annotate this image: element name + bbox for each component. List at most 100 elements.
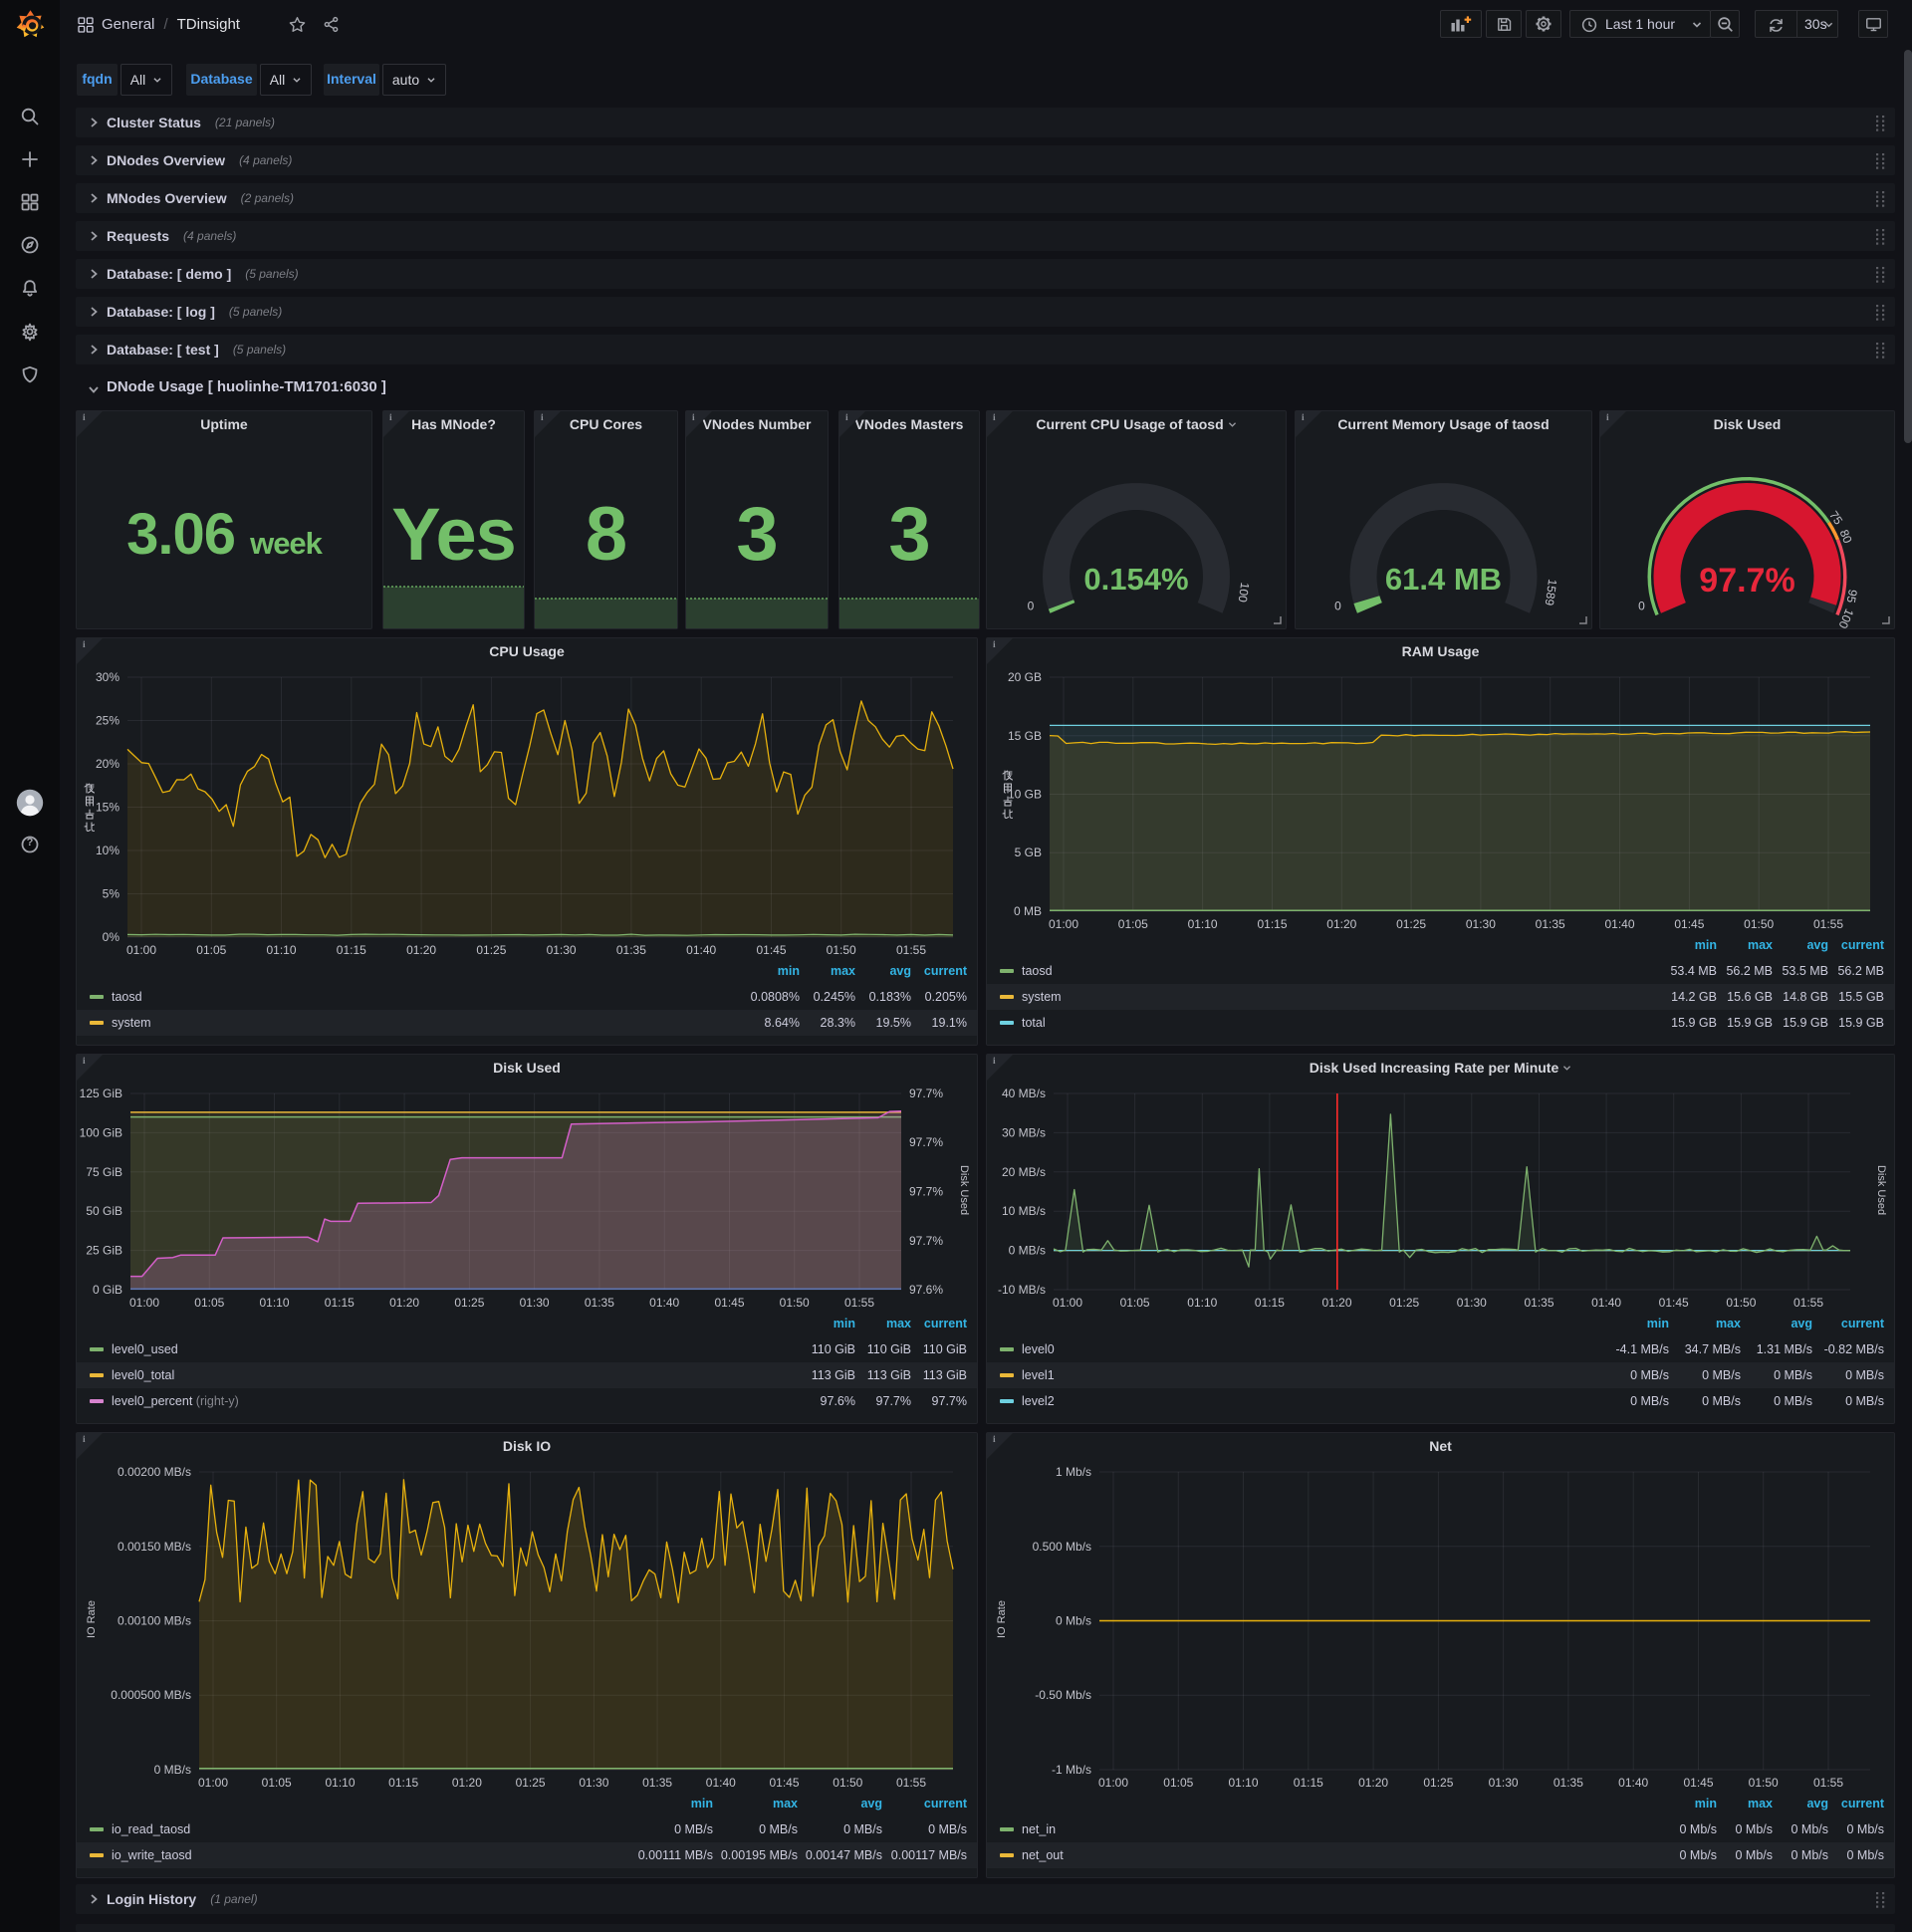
- svg-text:97.6%: 97.6%: [909, 1283, 943, 1297]
- svg-text:01:30: 01:30: [579, 1776, 608, 1790]
- svg-text:97.7%: 97.7%: [909, 1135, 943, 1149]
- svg-text:15 GB: 15 GB: [1008, 729, 1042, 743]
- svg-text:1 Mb/s: 1 Mb/s: [1056, 1465, 1091, 1479]
- svg-text:01:50: 01:50: [833, 1776, 862, 1790]
- svg-text:01:40: 01:40: [1591, 1296, 1621, 1310]
- svg-text:0 MB/s: 0 MB/s: [1009, 1244, 1046, 1258]
- svg-text:0 Mb/s: 0 Mb/s: [1056, 1614, 1091, 1628]
- svg-text:01:35: 01:35: [1524, 1296, 1554, 1310]
- svg-text:01:00: 01:00: [129, 1296, 159, 1310]
- svg-text:01:20: 01:20: [1358, 1776, 1388, 1790]
- svg-text:01:25: 01:25: [1389, 1296, 1419, 1310]
- svg-text:01:55: 01:55: [1813, 1776, 1843, 1790]
- svg-text:01:10: 01:10: [325, 1776, 355, 1790]
- svg-text:50 GiB: 50 GiB: [86, 1204, 122, 1218]
- svg-text:0 MB: 0 MB: [1014, 904, 1042, 918]
- svg-text:15%: 15%: [96, 801, 120, 815]
- svg-text:01:40: 01:40: [706, 1776, 736, 1790]
- svg-text:01:30: 01:30: [520, 1296, 550, 1310]
- svg-text:0.000500 MB/s: 0.000500 MB/s: [111, 1688, 191, 1702]
- svg-text:01:10: 01:10: [1188, 917, 1218, 931]
- svg-text:125 GiB: 125 GiB: [80, 1087, 122, 1100]
- svg-text:01:30: 01:30: [1489, 1776, 1519, 1790]
- svg-text:100 GiB: 100 GiB: [80, 1125, 122, 1139]
- svg-text:01:00: 01:00: [1098, 1776, 1128, 1790]
- svg-text:01:25: 01:25: [516, 1776, 546, 1790]
- svg-text:01:15: 01:15: [325, 1296, 355, 1310]
- svg-text:01:05: 01:05: [1163, 1776, 1193, 1790]
- svg-text:01:45: 01:45: [756, 943, 786, 957]
- svg-text:01:35: 01:35: [1554, 1776, 1583, 1790]
- svg-text:01:20: 01:20: [1326, 917, 1356, 931]
- svg-text:97.7%: 97.7%: [909, 1185, 943, 1199]
- svg-text:01:40: 01:40: [686, 943, 716, 957]
- svg-text:75 GiB: 75 GiB: [86, 1165, 122, 1179]
- svg-text:0.00150 MB/s: 0.00150 MB/s: [118, 1540, 191, 1554]
- svg-text:01:10: 01:10: [1187, 1296, 1217, 1310]
- svg-text:01:35: 01:35: [585, 1296, 614, 1310]
- svg-text:0: 0: [1334, 600, 1341, 613]
- svg-text:10 MB/s: 10 MB/s: [1002, 1204, 1046, 1218]
- svg-text:01:40: 01:40: [1604, 917, 1634, 931]
- svg-text:97.7%: 97.7%: [909, 1087, 943, 1100]
- svg-text:01:50: 01:50: [780, 1296, 810, 1310]
- svg-text:01:45: 01:45: [714, 1296, 744, 1310]
- svg-text:01:05: 01:05: [194, 1296, 224, 1310]
- svg-text:01:55: 01:55: [896, 1776, 926, 1790]
- svg-text:01:15: 01:15: [1294, 1776, 1323, 1790]
- svg-text:01:50: 01:50: [827, 943, 856, 957]
- svg-text:25%: 25%: [96, 714, 120, 728]
- svg-text:01:20: 01:20: [389, 1296, 419, 1310]
- svg-text:01:15: 01:15: [1255, 1296, 1285, 1310]
- svg-text:01:05: 01:05: [196, 943, 226, 957]
- svg-text:01:30: 01:30: [1457, 1296, 1487, 1310]
- svg-text:01:05: 01:05: [1120, 1296, 1150, 1310]
- svg-text:01:35: 01:35: [1536, 917, 1565, 931]
- svg-text:01:25: 01:25: [454, 1296, 484, 1310]
- svg-text:01:55: 01:55: [1793, 1296, 1823, 1310]
- svg-text:40 MB/s: 40 MB/s: [1002, 1087, 1046, 1100]
- svg-text:20 MB/s: 20 MB/s: [1002, 1165, 1046, 1179]
- svg-text:01:20: 01:20: [1321, 1296, 1351, 1310]
- svg-text:01:00: 01:00: [1049, 917, 1078, 931]
- svg-text:01:45: 01:45: [1683, 1776, 1713, 1790]
- svg-text:01:15: 01:15: [337, 943, 366, 957]
- svg-text:01:30: 01:30: [547, 943, 577, 957]
- svg-text:01:55: 01:55: [896, 943, 926, 957]
- svg-text:0 GiB: 0 GiB: [93, 1283, 122, 1297]
- svg-text:01:10: 01:10: [1228, 1776, 1258, 1790]
- svg-text:01:30: 01:30: [1466, 917, 1496, 931]
- svg-text:01:25: 01:25: [476, 943, 506, 957]
- svg-text:01:10: 01:10: [266, 943, 296, 957]
- svg-text:97.7%: 97.7%: [909, 1234, 943, 1248]
- svg-text:0%: 0%: [103, 930, 120, 944]
- svg-text:25 GiB: 25 GiB: [86, 1244, 122, 1258]
- svg-text:01:25: 01:25: [1423, 1776, 1453, 1790]
- svg-text:01:55: 01:55: [844, 1296, 874, 1310]
- svg-text:01:15: 01:15: [1257, 917, 1287, 931]
- svg-text:01:10: 01:10: [259, 1296, 289, 1310]
- svg-text:01:25: 01:25: [1396, 917, 1426, 931]
- svg-text:01:50: 01:50: [1744, 917, 1774, 931]
- svg-text:0.00100 MB/s: 0.00100 MB/s: [118, 1614, 191, 1628]
- svg-text:01:45: 01:45: [1674, 917, 1704, 931]
- svg-text:01:00: 01:00: [198, 1776, 228, 1790]
- svg-text:01:45: 01:45: [769, 1776, 799, 1790]
- svg-text:01:40: 01:40: [1618, 1776, 1648, 1790]
- svg-text:20%: 20%: [96, 757, 120, 771]
- svg-text:10%: 10%: [96, 844, 120, 857]
- svg-text:5%: 5%: [103, 887, 120, 901]
- svg-text:01:00: 01:00: [126, 943, 156, 957]
- svg-text:01:35: 01:35: [616, 943, 646, 957]
- svg-text:01:55: 01:55: [1813, 917, 1843, 931]
- svg-text:01:05: 01:05: [1118, 917, 1148, 931]
- svg-text:30%: 30%: [96, 670, 120, 684]
- svg-text:01:15: 01:15: [388, 1776, 418, 1790]
- svg-text:-10 MB/s: -10 MB/s: [998, 1283, 1046, 1297]
- svg-text:0: 0: [1638, 600, 1645, 613]
- svg-text:01:50: 01:50: [1726, 1296, 1756, 1310]
- svg-text:30 MB/s: 30 MB/s: [1002, 1125, 1046, 1139]
- svg-text:0: 0: [1028, 600, 1035, 613]
- svg-text:01:50: 01:50: [1749, 1776, 1779, 1790]
- svg-text:20 GB: 20 GB: [1008, 670, 1042, 684]
